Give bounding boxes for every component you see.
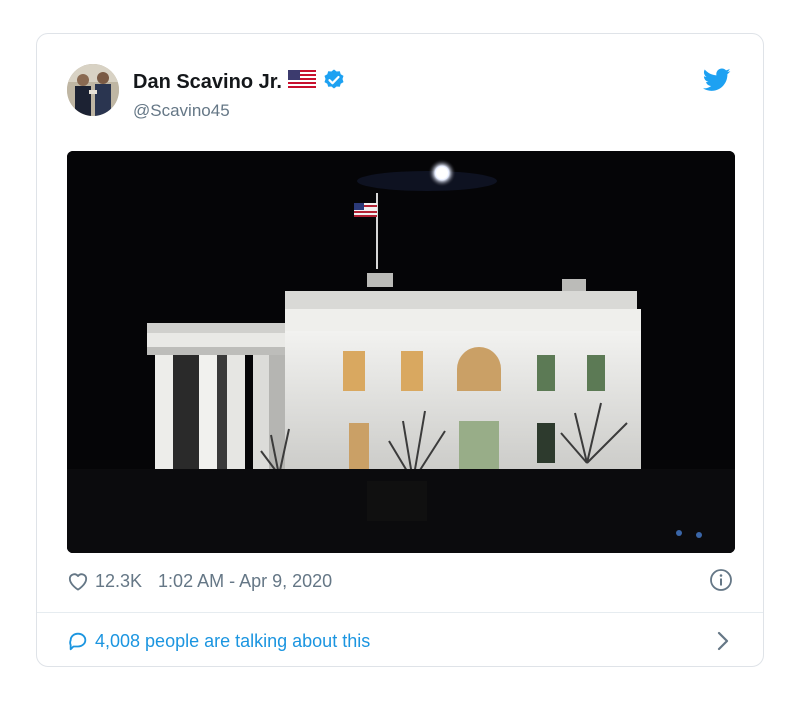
tweet-card[interactable]: Dan Scavino Jr. @Scavino45 12.3K 1:02 AM… [36,33,764,667]
tweet-photo[interactable] [67,151,735,553]
display-name[interactable]: Dan Scavino Jr. [133,71,282,94]
conversation-text[interactable]: 4,008 people are talking about this [95,631,370,652]
heart-icon[interactable] [67,571,89,591]
author-names: Dan Scavino Jr. @Scavino45 [133,68,346,121]
twitter-bird-icon[interactable] [702,68,731,92]
like-count[interactable]: 12.3K [95,571,142,592]
tweet-meta: 12.3K 1:02 AM - Apr 9, 2020 [67,566,733,596]
info-icon[interactable] [709,568,733,592]
speech-bubble-icon [67,630,89,652]
author-handle[interactable]: @Scavino45 [133,101,346,121]
divider [37,612,763,613]
chevron-right-icon[interactable] [717,631,729,651]
us-flag-icon [287,70,316,95]
verified-badge-icon [322,68,346,97]
avatar[interactable] [67,64,119,116]
tweet-header: Dan Scavino Jr. @Scavino45 [67,64,733,120]
tweet-timestamp[interactable]: 1:02 AM - Apr 9, 2020 [158,571,332,592]
conversation-link[interactable]: 4,008 people are talking about this [67,626,733,656]
